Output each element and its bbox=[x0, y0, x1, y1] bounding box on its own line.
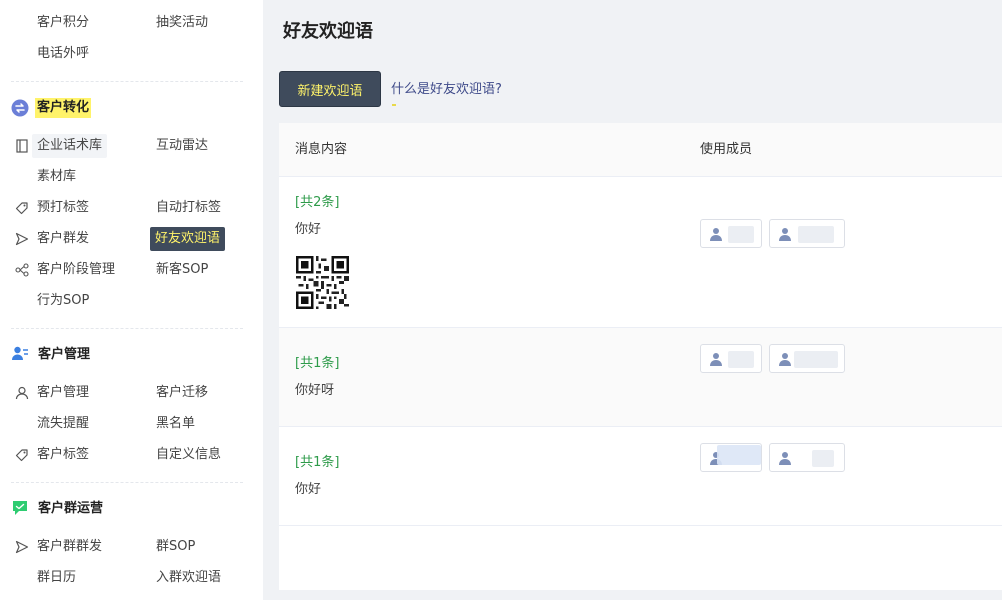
sidebar-item-group-sop[interactable]: 群SOP bbox=[156, 537, 195, 557]
member-icon bbox=[779, 452, 791, 465]
send-icon bbox=[15, 232, 29, 246]
tag-icon bbox=[15, 449, 28, 462]
sidebar-item-blacklist[interactable]: 黑名单 bbox=[156, 414, 195, 434]
sidebar-item-group-mass-send[interactable]: 客户群群发 bbox=[37, 537, 102, 557]
book-icon bbox=[16, 139, 28, 153]
member-icon bbox=[779, 228, 791, 241]
chat-icon bbox=[13, 501, 27, 515]
sidebar-item-group-calendar[interactable]: 群日历 bbox=[37, 568, 76, 588]
sidebar-item-interaction-radar[interactable]: 互动雷达 bbox=[156, 136, 208, 156]
section-title-management: 客户管理 bbox=[38, 347, 91, 362]
member-tag[interactable] bbox=[700, 344, 762, 373]
help-link[interactable]: 什么是好友欢迎语? bbox=[391, 80, 502, 100]
message-count: [共1条] bbox=[295, 455, 340, 470]
qr-code-icon bbox=[296, 256, 349, 309]
member-tag[interactable] bbox=[769, 443, 845, 472]
sidebar-item-behavior-sop[interactable]: 行为SOP bbox=[37, 291, 89, 311]
column-header-message: 消息内容 bbox=[295, 142, 348, 157]
sidebar-divider bbox=[11, 482, 243, 483]
convert-icon bbox=[11, 99, 29, 117]
redacted-name bbox=[717, 445, 761, 465]
redacted-name bbox=[794, 351, 838, 368]
manage-icon bbox=[12, 346, 28, 360]
sidebar-item-customer-migration[interactable]: 客户迁移 bbox=[156, 383, 208, 403]
section-title-group-ops: 客户群运营 bbox=[38, 501, 104, 516]
column-header-members: 使用成员 bbox=[700, 142, 753, 157]
sidebar-item-pre-tag[interactable]: 预打标签 bbox=[37, 198, 89, 218]
sidebar-item-group-welcome[interactable]: 入群欢迎语 bbox=[156, 568, 221, 588]
sidebar-item-new-customer-sop[interactable]: 新客SOP bbox=[156, 260, 208, 280]
sidebar-item-churn-reminder[interactable]: 流失提醒 bbox=[37, 414, 89, 434]
member-tag[interactable] bbox=[769, 219, 845, 248]
message-count: [共2条] bbox=[295, 195, 340, 210]
table-row[interactable]: [共1条] 你好 bbox=[279, 427, 1002, 526]
sidebar: 客户积分 抽奖活动 电话外呼 客户转化 企业话术库 互动雷达 素材库 预打标签 … bbox=[0, 0, 263, 600]
member-icon bbox=[710, 353, 722, 366]
sidebar-item-customer-points[interactable]: 客户积分 bbox=[37, 13, 89, 33]
sidebar-divider bbox=[11, 81, 243, 82]
redacted-name bbox=[798, 226, 834, 243]
sidebar-item-phone-call[interactable]: 电话外呼 bbox=[37, 44, 89, 64]
sidebar-divider bbox=[11, 328, 243, 329]
member-tag[interactable] bbox=[700, 443, 762, 472]
table-header: 消息内容 使用成员 bbox=[279, 123, 1002, 177]
redacted-name bbox=[812, 450, 834, 467]
user-icon bbox=[15, 386, 29, 400]
sidebar-item-customer-tags[interactable]: 客户标签 bbox=[37, 445, 89, 465]
member-tag[interactable] bbox=[700, 219, 762, 248]
sidebar-item-script-library[interactable]: 企业话术库 bbox=[32, 134, 108, 158]
sidebar-item-lottery[interactable]: 抽奖活动 bbox=[156, 13, 208, 33]
link-underline-mark bbox=[392, 104, 396, 106]
new-welcome-button[interactable]: 新建欢迎语 bbox=[279, 71, 381, 107]
message-count: [共1条] bbox=[295, 356, 340, 371]
redacted-name bbox=[728, 226, 754, 243]
tag-icon bbox=[15, 202, 28, 215]
sidebar-item-customer-management[interactable]: 客户管理 bbox=[37, 383, 89, 403]
sidebar-item-material-library[interactable]: 素材库 bbox=[37, 167, 76, 187]
table-row[interactable]: [共2条] 你好 bbox=[279, 177, 1002, 328]
section-title-conversion: 客户转化 bbox=[35, 98, 92, 118]
page-title: 好友欢迎语 bbox=[283, 21, 373, 42]
message-text: 你好 bbox=[295, 222, 322, 237]
member-icon bbox=[779, 353, 791, 366]
sidebar-item-custom-info[interactable]: 自定义信息 bbox=[156, 445, 221, 465]
redacted-name bbox=[728, 351, 754, 368]
welcome-table: 消息内容 使用成员 [共2条] 你好 [共1条] 你好呀 [共1条] 你好 bbox=[279, 123, 1002, 590]
sidebar-item-auto-tag[interactable]: 自动打标签 bbox=[156, 198, 221, 218]
message-text: 你好 bbox=[295, 482, 322, 497]
send-icon bbox=[15, 540, 29, 554]
member-icon bbox=[710, 228, 722, 241]
sidebar-item-stage-management[interactable]: 客户阶段管理 bbox=[37, 260, 115, 280]
member-tag[interactable] bbox=[769, 344, 845, 373]
sidebar-item-friend-welcome[interactable]: 好友欢迎语 bbox=[150, 227, 226, 251]
stage-icon bbox=[15, 263, 29, 277]
sidebar-item-customer-mass-send[interactable]: 客户群发 bbox=[37, 229, 89, 249]
table-row[interactable]: [共1条] 你好呀 bbox=[279, 328, 1002, 427]
message-text: 你好呀 bbox=[295, 383, 335, 398]
